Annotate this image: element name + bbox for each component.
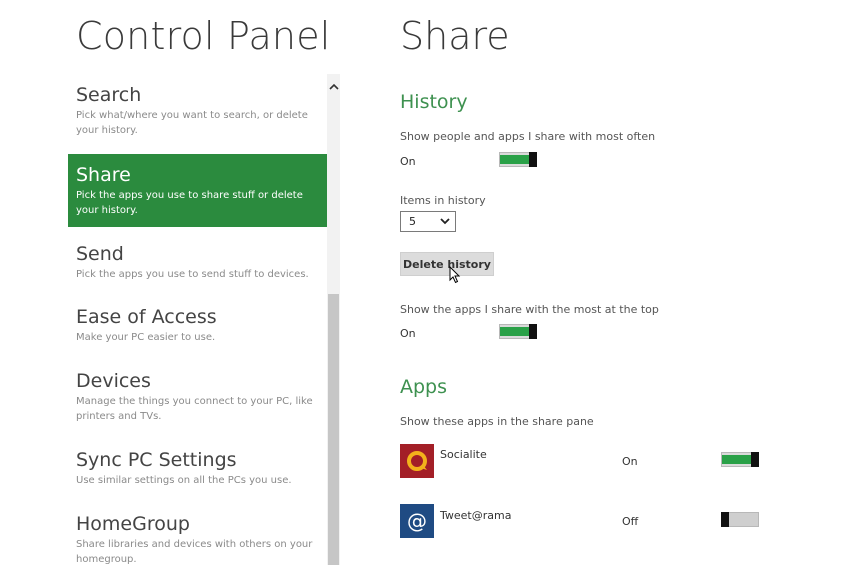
toggle-knob <box>721 512 729 527</box>
tweetrama-app-name: Tweet@rama <box>440 509 512 522</box>
items-in-history-value: 5 <box>409 215 416 228</box>
scrollbar-thumb[interactable] <box>328 294 339 565</box>
nav-item-share[interactable]: Share Pick the apps you use to share stu… <box>68 154 327 227</box>
control-panel-window: Control Panel Search Pick what/where you… <box>0 0 868 565</box>
toggle-knob <box>529 152 537 167</box>
items-in-history-label: Items in history <box>400 194 486 207</box>
socialite-icon <box>400 444 434 478</box>
nav-item-name: Share <box>76 164 131 186</box>
mouse-pointer-icon <box>449 266 461 284</box>
tweetrama-state: Off <box>622 515 639 528</box>
toggle-fill <box>500 155 529 164</box>
nav-item-ease-of-access[interactable]: Ease of Access Make your PC easier to us… <box>68 296 327 356</box>
nav-item-name: Search <box>76 84 142 106</box>
show-people-toggle[interactable] <box>499 152 537 167</box>
nav-item-name: HomeGroup <box>76 513 190 535</box>
scroll-up-arrow-icon[interactable] <box>327 78 340 96</box>
delete-history-button[interactable]: Delete history <box>400 252 494 276</box>
nav-item-name: Ease of Access <box>76 306 217 328</box>
apps-heading: Apps <box>400 376 448 398</box>
tweetrama-toggle[interactable] <box>721 512 759 527</box>
toggle-fill <box>722 455 751 464</box>
show-people-state: On <box>400 155 416 168</box>
settings-category-list: Search Pick what/where you want to searc… <box>68 74 327 565</box>
nav-item-name: Sync PC Settings <box>76 449 237 471</box>
toggle-knob <box>751 452 759 467</box>
nav-item-search[interactable]: Search Pick what/where you want to searc… <box>68 74 327 150</box>
nav-item-name: Send <box>76 243 124 265</box>
apps-pane-label: Show these apps in the share pane <box>400 415 594 428</box>
svg-text:@: @ <box>407 509 427 533</box>
nav-item-description: Pick the apps you use to share stuff or … <box>76 190 303 216</box>
nav-item-description: Pick what/where you want to search, or d… <box>76 110 308 136</box>
nav-item-description: Share libraries and devices with others … <box>76 539 313 565</box>
show-top-toggle[interactable] <box>499 324 537 339</box>
socialite-app-name: Socialite <box>440 448 487 461</box>
tweetrama-icon: @ <box>400 504 434 538</box>
nav-item-description: Pick the apps you use to send stuff to d… <box>76 269 309 280</box>
nav-item-description: Make your PC easier to use. <box>76 332 216 343</box>
control-panel-title: Control Panel <box>76 14 331 58</box>
chevron-down-icon <box>440 218 450 225</box>
nav-item-name: Devices <box>76 370 151 392</box>
toggle-knob <box>529 324 537 339</box>
socialite-toggle[interactable] <box>721 452 759 467</box>
share-page-title: Share <box>400 14 510 58</box>
category-list-scrollbar[interactable] <box>327 74 340 565</box>
history-heading: History <box>400 91 468 113</box>
nav-item-description: Manage the things you connect to your PC… <box>76 396 313 422</box>
show-top-state: On <box>400 327 416 340</box>
show-people-label: Show people and apps I share with most o… <box>400 130 656 143</box>
nav-item-devices[interactable]: Devices Manage the things you connect to… <box>68 360 327 436</box>
socialite-state: On <box>622 455 638 468</box>
toggle-fill <box>500 327 529 336</box>
nav-item-send[interactable]: Send Pick the apps you use to send stuff… <box>68 233 327 293</box>
nav-item-description: Use similar settings on all the PCs you … <box>76 475 292 486</box>
nav-item-sync-pc-settings[interactable]: Sync PC Settings Use similar settings on… <box>68 439 327 499</box>
show-top-label: Show the apps I share with the most at t… <box>400 303 659 316</box>
nav-item-homegroup[interactable]: HomeGroup Share libraries and devices wi… <box>68 503 327 565</box>
items-in-history-select[interactable]: 5 <box>400 211 456 232</box>
